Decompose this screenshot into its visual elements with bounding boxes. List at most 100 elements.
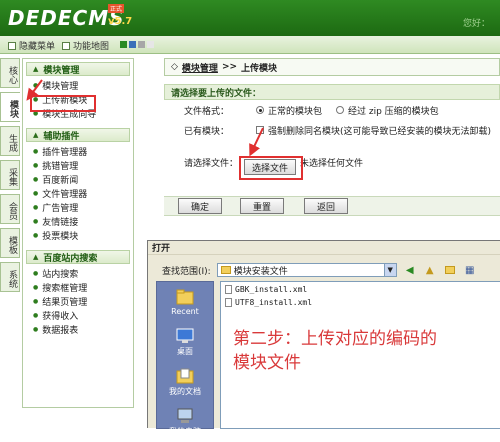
chevron-up-icon: ▲ [33, 65, 39, 73]
vtab-collect[interactable]: 采集 [0, 160, 20, 190]
skin-swatch-gray[interactable] [138, 41, 145, 48]
breadcrumb: ◇ 模块管理 >> 上传模块 [164, 58, 500, 76]
bullet-icon: ● [33, 283, 39, 291]
computer-icon [177, 408, 193, 423]
skin-swatch-light[interactable] [147, 41, 154, 48]
sidebar-item-label: 结果页管理 [42, 297, 88, 308]
chevron-up-icon: ▲ [33, 253, 39, 261]
back-icon[interactable]: ◀ [403, 263, 417, 277]
function-map-button[interactable]: 功能地图 [62, 39, 109, 52]
sidebar-item-searchbox-manage[interactable]: ● 搜索框管理 [23, 280, 133, 294]
breadcrumb-diamond-icon: ◇ [171, 62, 178, 72]
highlight-box-choose-file [239, 156, 303, 180]
sidebar-item-ad-manage[interactable]: ● 广告管理 [23, 200, 133, 214]
chevron-up-icon: ▲ [33, 131, 39, 139]
sidebar-item-label: 模块管理 [42, 81, 79, 92]
sidebar-section-plugins[interactable]: ▲ 辅助插件 [26, 128, 130, 142]
function-map-label: 功能地图 [73, 42, 110, 52]
breadcrumb-current: 上传模块 [241, 63, 278, 74]
chevron-down-icon[interactable]: ▼ [383, 264, 396, 276]
sidebar-item-earnings[interactable]: ● 获得收入 [23, 308, 133, 322]
sidebar-item-site-search[interactable]: ● 站内搜索 [23, 266, 133, 280]
highlight-box-upload-module [30, 95, 96, 112]
sidebar-item-friend-links[interactable]: ● 友情链接 [23, 214, 133, 228]
sidebar-item-label: 插件管理器 [42, 147, 88, 158]
format-option-zip[interactable]: 经过 zip 压缩的模块包 [336, 104, 439, 117]
user-greeting: 您好： [462, 19, 490, 29]
sidebar-item-label: 友情链接 [42, 217, 79, 228]
file-label: 请选择文件： [184, 158, 239, 169]
documents-icon [176, 368, 194, 383]
app-header: DEDECMS 正式 v5.7 您好： [0, 0, 500, 36]
force-delete-checkbox[interactable] [256, 126, 264, 134]
look-in-label: 查找范围(I): [162, 266, 211, 277]
bullet-icon: ● [33, 217, 39, 225]
vtab-system[interactable]: 系统 [0, 262, 20, 292]
file-item-gbk[interactable]: GBK_install.xml [221, 284, 500, 295]
logo-version: v5.7 [108, 16, 133, 27]
sidebar-item-file-manager[interactable]: ● 文件管理器 [23, 186, 133, 200]
bullet-icon: ● [33, 203, 39, 211]
reset-button[interactable]: 重置 [240, 198, 284, 214]
section-title: 模块管理 [43, 65, 80, 76]
bullet-icon: ● [33, 189, 39, 197]
vtab-generate[interactable]: 生成 [0, 126, 20, 156]
folder-icon [220, 266, 231, 274]
new-folder-icon[interactable] [443, 263, 457, 277]
place-computer[interactable]: 我的电脑 [157, 402, 213, 442]
places-bar: Recent 桌面 我的文档 我的电脑 [156, 281, 214, 436]
sidebar-item-label: 数据报表 [42, 325, 79, 336]
radio-zip[interactable] [336, 106, 344, 114]
vtab-member[interactable]: 会员 [0, 194, 20, 224]
force-delete-option[interactable]: 强制删除同名模块(这可能导致已经安装的模块无法卸载) [256, 124, 491, 137]
sidebar-item-results-manage[interactable]: ● 结果页管理 [23, 294, 133, 308]
sidebar-item-label: 文件管理器 [42, 189, 88, 200]
up-folder-icon[interactable]: ▲ [423, 263, 437, 277]
recent-icon [176, 289, 194, 304]
radio-normal[interactable] [256, 106, 264, 114]
bullet-icon: ● [33, 311, 39, 319]
no-file-text: 未选择任何文件 [300, 158, 364, 169]
view-menu-icon[interactable]: ▦ [463, 263, 477, 277]
sidebar-section-module-manage[interactable]: ▲ 模块管理 [26, 62, 130, 76]
section-title: 请选择要上传的文件： [164, 84, 500, 100]
vtab-core[interactable]: 核心 [0, 58, 20, 88]
skin-swatch-green[interactable] [120, 41, 127, 48]
hide-menu-button[interactable]: 隐藏菜单 [8, 39, 55, 52]
file-name: GBK_install.xml [235, 285, 308, 294]
back-button[interactable]: 返回 [304, 198, 348, 214]
xml-file-icon [225, 285, 232, 294]
sidebar-item-module-manage[interactable]: ● 模块管理 [23, 78, 133, 92]
sidebar-item-error-manage[interactable]: ● 挑错管理 [23, 158, 133, 172]
sidebar-item-baidu-news[interactable]: ● 百度新闻 [23, 172, 133, 186]
format-option-normal-label: 正常的模块包 [268, 106, 323, 117]
look-in-row: 查找范围(I): 模块安装文件 ▼ ◀ ▲ ▦ [162, 263, 477, 277]
xml-file-icon [225, 298, 232, 307]
sidebar-section-baidu-search[interactable]: ▲ 百度站内搜索 [26, 250, 130, 264]
sidebar-item-label: 挑错管理 [42, 161, 79, 172]
format-option-normal[interactable]: 正常的模块包 [256, 104, 322, 117]
sidebar-item-plugin-manager[interactable]: ● 插件管理器 [23, 144, 133, 158]
sidebar-item-vote-module[interactable]: ● 投票模块 [23, 228, 133, 242]
format-option-zip-label: 经过 zip 压缩的模块包 [348, 106, 439, 117]
place-documents[interactable]: 我的文档 [157, 362, 213, 402]
sidebar-item-label: 百度新闻 [42, 175, 79, 186]
file-item-utf8[interactable]: UTF8_install.xml [221, 297, 500, 308]
existing-label: 已有模块： [184, 126, 230, 137]
breadcrumb-link-module-manage[interactable]: 模块管理 [182, 61, 218, 74]
place-recent[interactable]: Recent [157, 282, 213, 322]
sidebar-item-label: 站内搜索 [42, 269, 79, 280]
skin-swatch-blue[interactable] [129, 41, 136, 48]
vtab-module[interactable]: 模块 [0, 92, 20, 122]
look-in-select[interactable]: 模块安装文件 ▼ [216, 263, 397, 277]
force-delete-label: 强制删除同名模块(这可能导致已经安装的模块无法卸载) [268, 126, 492, 137]
file-name: UTF8_install.xml [235, 298, 313, 307]
bullet-icon: ● [33, 325, 39, 333]
place-label: 桌面 [177, 346, 193, 356]
place-desktop[interactable]: 桌面 [157, 322, 213, 362]
sidebar-item-data-report[interactable]: ● 数据报表 [23, 322, 133, 336]
look-in-value: 模块安装文件 [233, 266, 288, 277]
vtab-template[interactable]: 模板 [0, 228, 20, 258]
bullet-icon: ● [33, 147, 39, 155]
confirm-button[interactable]: 确定 [178, 198, 222, 214]
